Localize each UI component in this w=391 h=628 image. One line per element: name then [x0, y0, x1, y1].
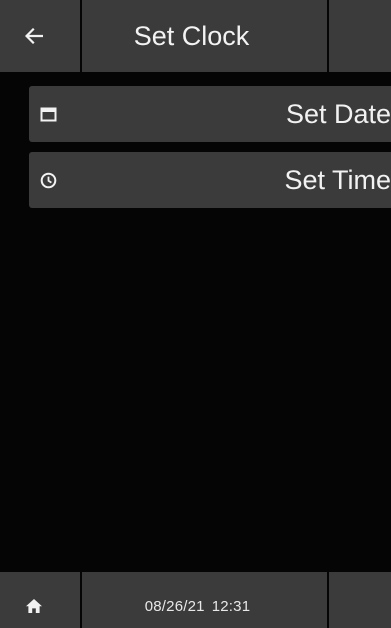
status-bar: 08/26/21 12:31: [82, 572, 327, 628]
home-button[interactable]: [0, 572, 80, 628]
datetime-display: 08/26/21 12:31: [82, 572, 327, 628]
back-cell: [0, 0, 80, 72]
title-cell: Set Clock: [82, 0, 327, 72]
set-time-label: Set Time: [284, 164, 391, 195]
page-title: Set Clock: [133, 20, 250, 51]
back-button[interactable]: [0, 0, 80, 72]
set-date-button[interactable]: Set Date: [29, 86, 391, 142]
header-bar: Set Clock: [0, 0, 391, 72]
calendar-icon: [39, 105, 57, 123]
clock-icon: [39, 171, 57, 189]
status-date: 08/26/21: [144, 597, 205, 615]
home-icon: [26, 599, 42, 613]
home-cell: [0, 572, 80, 628]
set-time-button[interactable]: Set Time: [29, 152, 391, 208]
arrow-left-icon: [25, 28, 43, 44]
status-time: 12:31: [211, 597, 251, 615]
set-date-label: Set Date: [285, 98, 391, 129]
header-empty-cell: [329, 0, 391, 72]
footer-empty-cell: [329, 572, 391, 628]
set-clock-screen: Set Clock Set Date Set Time 08/26/21 12:…: [0, 0, 391, 628]
